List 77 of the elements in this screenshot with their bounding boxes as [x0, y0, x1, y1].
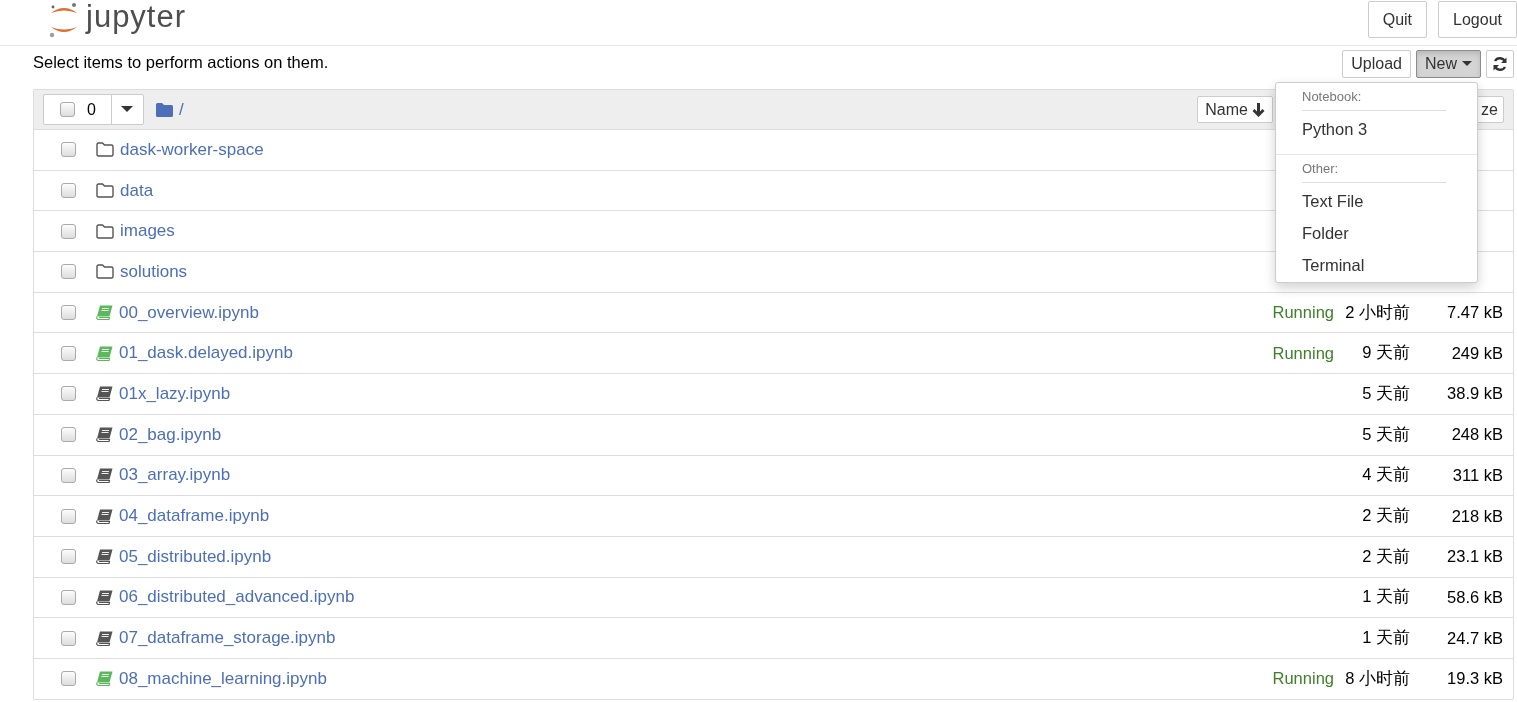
- refresh-icon: [1492, 56, 1508, 72]
- file-link[interactable]: images: [120, 221, 175, 242]
- file-link[interactable]: 03_array.ipynb: [119, 465, 231, 486]
- modified-time: 8 小时前: [1344, 667, 1410, 689]
- file-size: 248 kB: [1450, 425, 1503, 445]
- checkbox[interactable]: [61, 467, 76, 483]
- file-link[interactable]: dask-worker-space: [120, 139, 264, 160]
- breadcrumb-link[interactable]: /: [178, 99, 184, 120]
- upload-button[interactable]: Upload: [1342, 50, 1411, 78]
- running-status: Running: [1272, 669, 1334, 689]
- checkbox[interactable]: [61, 630, 76, 646]
- modified-time: 5 天前: [1361, 382, 1410, 404]
- folder-icon: [96, 223, 114, 239]
- file-link[interactable]: 05_distributed.ipynb: [119, 546, 272, 567]
- file-link[interactable]: data: [120, 180, 154, 201]
- modified-time: 1 天前: [1361, 586, 1410, 608]
- file-link[interactable]: 01x_lazy.ipynb: [119, 383, 231, 404]
- checkbox[interactable]: [61, 386, 76, 402]
- sort-button[interactable]: Name: [1197, 96, 1273, 123]
- file-link[interactable]: 08_machine_learning.ipynb: [119, 668, 327, 689]
- caret-icon[interactable]: [121, 106, 134, 113]
- menu-item[interactable]: Folder: [1276, 217, 1477, 249]
- running-status: Running: [1272, 343, 1334, 363]
- folder-icon: [155, 102, 173, 117]
- checkbox[interactable]: [61, 223, 76, 239]
- checkbox[interactable]: [61, 549, 76, 565]
- checkbox[interactable]: [61, 589, 76, 605]
- caret-icon: [1462, 61, 1472, 67]
- folder-icon: [96, 183, 114, 199]
- checkbox[interactable]: [61, 264, 76, 280]
- checkbox[interactable]: [61, 508, 76, 524]
- modified-time: 2 天前: [1361, 545, 1410, 567]
- folder-icon: [96, 142, 114, 158]
- arrow-down-icon: [1252, 102, 1265, 117]
- menu-item[interactable]: Terminal: [1276, 249, 1477, 281]
- file-link[interactable]: 00_overview.ipynb: [119, 302, 259, 323]
- hint-text: Select items to perform actions on them.: [33, 53, 329, 72]
- header-button[interactable]: Logout: [1438, 1, 1517, 38]
- new-button[interactable]: New: [1416, 50, 1481, 78]
- file-link[interactable]: solutions: [120, 261, 188, 282]
- modified-time: 4 天前: [1361, 464, 1410, 486]
- checkbox[interactable]: [61, 427, 76, 443]
- logo-text: jupyter: [86, 0, 187, 35]
- file-size: 218 kB: [1450, 506, 1503, 526]
- file-size: 23.1 kB: [1446, 547, 1503, 567]
- menu-section-heading: Other:: [1302, 161, 1446, 183]
- file-size: 58.6 kB: [1446, 587, 1503, 607]
- checkbox[interactable]: [61, 305, 76, 321]
- menu-item[interactable]: Text File: [1276, 185, 1477, 217]
- modified-time: 2 小时前: [1344, 301, 1410, 323]
- file-size: 19.3 kB: [1446, 669, 1503, 689]
- menu-section-heading: Notebook:: [1302, 89, 1446, 111]
- checkbox[interactable]: [61, 183, 76, 199]
- header-button[interactable]: Quit: [1367, 1, 1428, 38]
- selected-count: 0: [87, 100, 96, 119]
- folder-icon: [96, 264, 114, 280]
- file-size: 311 kB: [1451, 465, 1503, 485]
- modified-time: 2 天前: [1361, 505, 1410, 527]
- select-all-control[interactable]: 0: [43, 94, 144, 125]
- modified-time: 1 天前: [1361, 627, 1410, 649]
- file-link[interactable]: 04_dataframe.ipynb: [119, 506, 270, 527]
- file-size: 249 kB: [1450, 343, 1503, 363]
- file-link[interactable]: 02_bag.ipynb: [119, 424, 222, 445]
- modified-time: 9 天前: [1361, 342, 1410, 364]
- checkbox[interactable]: [60, 102, 75, 117]
- modified-time: 5 天前: [1361, 423, 1410, 445]
- file-size: 38.9 kB: [1446, 384, 1503, 404]
- checkbox[interactable]: [61, 345, 76, 361]
- file-size: 24.7 kB: [1446, 628, 1503, 648]
- checkbox[interactable]: [61, 671, 76, 687]
- file-size: 7.47 kB: [1446, 303, 1503, 323]
- running-status: Running: [1272, 303, 1334, 323]
- file-link[interactable]: 07_dataframe_storage.ipynb: [119, 628, 336, 649]
- file-link[interactable]: 06_distributed_advanced.ipynb: [119, 587, 355, 608]
- file-link[interactable]: 01_dask.delayed.ipynb: [119, 343, 293, 364]
- refresh-button[interactable]: [1486, 50, 1514, 78]
- checkbox[interactable]: [61, 142, 76, 158]
